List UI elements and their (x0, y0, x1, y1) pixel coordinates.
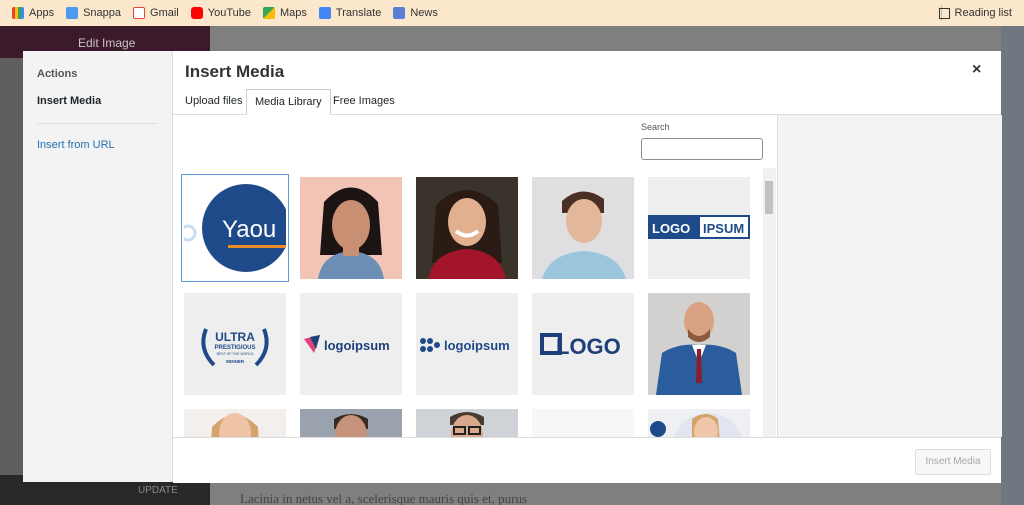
media-grid: Yaou LOGO IPSUM ULTRA PRESTIGIOUS BEST O… (181, 173, 761, 437)
reading-list-label: Reading list (954, 7, 1012, 19)
bookmark-label: Maps (279, 7, 307, 19)
reading-list-button[interactable]: Reading list (938, 0, 1012, 26)
logoipsum-image: logoipsum (416, 293, 518, 395)
bookmark-label: Snappa (83, 7, 122, 19)
logo-text-2: IPSUM (703, 221, 744, 236)
best-of-world-text: BEST OF THE WORLD (217, 352, 254, 356)
bookmark-translate[interactable]: Translate (318, 7, 382, 19)
media-item-portrait-man-1[interactable] (532, 177, 634, 279)
attachment-details-panel (777, 115, 1002, 437)
bookmark-youtube[interactable]: YouTube (190, 7, 251, 19)
bookmarks-bar: Apps Snappa Gmail YouTube Maps Translate… (0, 0, 1024, 27)
media-item-blank[interactable] (532, 409, 634, 437)
media-item-logoipsum-2[interactable]: logoipsum (416, 293, 518, 395)
bookmark-label: Gmail (150, 7, 179, 19)
bookmark-maps[interactable]: Maps (262, 7, 307, 19)
media-item-logoipsum-1[interactable]: logoipsum (300, 293, 402, 395)
search-label: Search (641, 122, 670, 132)
yaou-logo-image: Yaou (184, 177, 286, 279)
portrait-image (648, 293, 750, 395)
bookmark-apps[interactable]: Apps (12, 7, 54, 19)
update-button[interactable]: UPDATE (138, 485, 178, 496)
logo-text: LOGO (556, 334, 621, 359)
media-item-ultra-prestigious[interactable]: ULTRA PRESTIGIOUS BEST OF THE WORLD WINN… (184, 293, 286, 395)
bookmark-label: YouTube (207, 7, 251, 19)
tab-media-library[interactable]: Media Library (246, 89, 331, 115)
portrait-image (648, 409, 750, 437)
insert-media-button[interactable]: Insert Media (915, 449, 991, 475)
media-item-portrait-woman-1[interactable] (300, 177, 402, 279)
search-input[interactable] (641, 138, 763, 160)
snappa-icon (66, 7, 79, 19)
sidebar-item-insert-media[interactable]: Insert Media (37, 95, 101, 107)
portrait-image (532, 177, 634, 279)
portrait-image (184, 409, 286, 437)
sidebar-divider (37, 123, 157, 124)
media-item-portrait-woman-3[interactable] (184, 409, 286, 437)
media-item-logo[interactable]: LOGO (532, 293, 634, 395)
portrait-image (416, 177, 518, 279)
bookmark-label: Apps (29, 7, 55, 19)
modal-footer: Insert Media (173, 437, 1001, 483)
scrollbar-thumb[interactable] (765, 181, 773, 214)
bookmark-news[interactable]: News (393, 7, 438, 19)
media-item-portrait-man-suit[interactable] (648, 293, 750, 395)
portrait-image (300, 409, 402, 437)
background-right-strip (1001, 26, 1024, 505)
ultra-badge-image: ULTRA PRESTIGIOUS BEST OF THE WORLD WINN… (184, 293, 286, 395)
blank-image (532, 409, 634, 437)
media-item-yaou[interactable]: Yaou (184, 177, 286, 279)
modal-title: Insert Media (185, 62, 285, 81)
bookmark-gmail[interactable]: Gmail (133, 7, 179, 19)
media-item-portrait-woman-2[interactable] (416, 177, 518, 279)
logo-text-1: LOGO (652, 221, 690, 236)
prestigious-text: PRESTIGIOUS (214, 345, 255, 351)
sidebar-actions-heading: Actions (37, 68, 78, 80)
apps-icon (12, 7, 24, 19)
news-icon (393, 7, 406, 19)
media-scrollbar[interactable] (763, 168, 776, 438)
gmail-icon (133, 7, 146, 19)
media-library-content: Search Yaou LOGO IPSUM ULTRA PRESTIGIOUS… (173, 115, 777, 437)
portrait-image (300, 177, 402, 279)
media-item-portrait-woman-4[interactable] (648, 409, 750, 437)
insert-media-modal: Actions Insert Media Insert from URL Ins… (23, 51, 1002, 483)
background-body-text: Lacinia in netus vel a, scelerisque maur… (240, 491, 528, 505)
tab-free-images[interactable]: Free Images (325, 89, 403, 114)
youtube-icon (190, 7, 203, 19)
logo-image: LOGO (532, 293, 634, 395)
bookmark-label: News (410, 7, 438, 19)
editor-panel-title: Edit Image (78, 36, 136, 50)
modal-sidebar: Actions Insert Media Insert from URL (23, 51, 173, 482)
media-item-logo-ipsum[interactable]: LOGO IPSUM (648, 177, 750, 279)
logoipsum-text: logoipsum (444, 338, 510, 353)
winner-text: WINNER (226, 359, 245, 364)
yaou-text: Yaou (222, 216, 276, 243)
modal-tabs: Upload files Media Library Free Images (173, 89, 1001, 115)
translate-icon (318, 7, 331, 19)
maps-icon (262, 7, 275, 19)
bookmark-snappa[interactable]: Snappa (66, 7, 121, 19)
logo-ipsum-image: LOGO IPSUM (648, 177, 750, 279)
ultra-text: ULTRA (215, 330, 255, 344)
logoipsum-image: logoipsum (300, 293, 402, 395)
portrait-image (416, 409, 518, 437)
bookmark-label: Translate (335, 7, 382, 19)
media-item-portrait-man-2[interactable] (300, 409, 402, 437)
reading-list-icon (938, 7, 950, 19)
tab-upload-files[interactable]: Upload files (177, 89, 250, 114)
sidebar-item-insert-from-url[interactable]: Insert from URL (37, 139, 115, 151)
media-item-portrait-man-3[interactable] (416, 409, 518, 437)
logoipsum-text: logoipsum (324, 338, 390, 353)
close-icon[interactable]: × (972, 61, 981, 79)
